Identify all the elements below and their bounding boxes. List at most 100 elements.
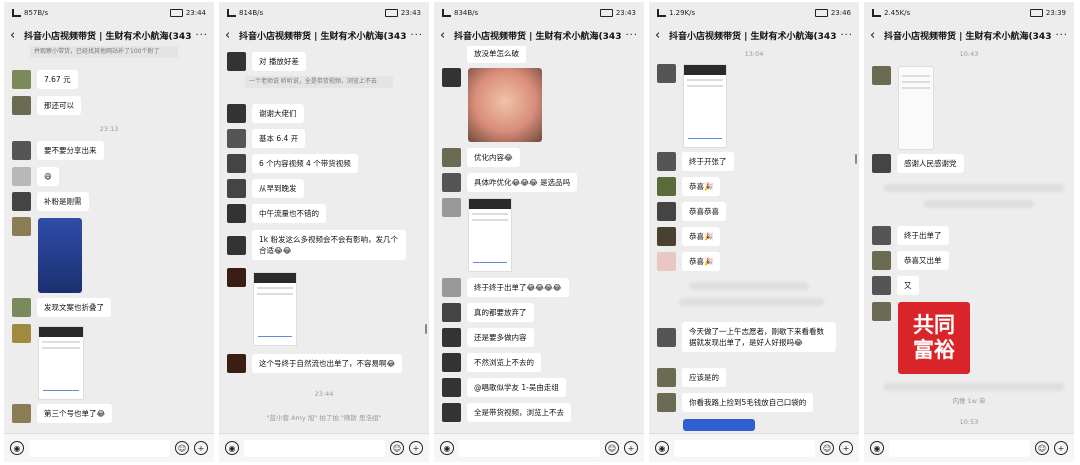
message-input[interactable] (459, 439, 600, 457)
message-input[interactable] (29, 439, 170, 457)
scrollbar[interactable] (425, 324, 427, 334)
avatar[interactable] (227, 154, 246, 173)
message-bubble[interactable]: 6 个内容视频 4 个带货视频 (252, 154, 358, 173)
crying-baby-sticker[interactable] (468, 68, 542, 142)
message-list[interactable]: 对 播放好差 一个老师说 听听说，全是带货视频，浏览上不去 谢谢大佬们 基本 6… (219, 46, 429, 433)
message-bubble[interactable]: 恭喜又出单 (897, 251, 949, 270)
more-icon[interactable]: ··· (192, 30, 208, 41)
avatar[interactable] (872, 226, 891, 245)
message-bubble[interactable]: 中午流量也不错的 (252, 204, 326, 223)
message-bubble[interactable]: 终于出单了 (897, 226, 949, 245)
message-bubble[interactable]: 第三个号也单了😂 (37, 404, 113, 423)
avatar[interactable] (442, 353, 461, 372)
gongtong-fuyu-sticker[interactable]: 共同 富裕 (898, 302, 970, 374)
plus-icon[interactable]: + (839, 441, 853, 455)
avatar[interactable] (657, 202, 676, 221)
avatar[interactable] (12, 298, 31, 317)
message-bubble[interactable]: 基本 6.4 开 (252, 129, 306, 148)
plus-icon[interactable]: + (409, 441, 423, 455)
message-bubble[interactable]: 补粉是刚需 (37, 192, 89, 211)
avatar[interactable] (872, 276, 891, 295)
screenshot-image[interactable] (683, 64, 727, 148)
message-bubble[interactable]: 恭喜🎉 (682, 227, 721, 246)
message-bubble[interactable]: 你看我路上捡到5毛钱放自己口袋的 (682, 393, 814, 412)
message-bubble[interactable]: 感谢人民感谢党 (897, 154, 964, 173)
avatar[interactable] (12, 167, 31, 186)
avatar[interactable] (442, 278, 461, 297)
more-icon[interactable]: ··· (622, 30, 638, 41)
message-bubble[interactable]: 全是带货视频，浏览上不去 (467, 403, 571, 422)
emoji-icon[interactable]: ☺ (1035, 441, 1049, 455)
message-input[interactable] (674, 439, 815, 457)
avatar[interactable] (442, 198, 461, 217)
message-bubble[interactable]: 😄 (37, 167, 59, 186)
screenshot-image[interactable] (38, 326, 84, 400)
avatar[interactable] (442, 68, 461, 87)
voice-icon[interactable]: ◉ (10, 441, 24, 455)
emoji-icon[interactable]: ☺ (390, 441, 404, 455)
avatar[interactable] (227, 179, 246, 198)
message-bubble[interactable]: 这个号终于自然流也出单了，不容易啊😂 (252, 354, 403, 373)
message-list[interactable]: 并观察小带货，已经找其他网站补了100个粉了 7.67 元 那还可以 23:13… (4, 46, 214, 433)
back-icon[interactable]: ‹ (225, 29, 239, 42)
voice-icon[interactable]: ◉ (655, 441, 669, 455)
avatar[interactable] (657, 227, 676, 246)
back-icon[interactable]: ‹ (10, 29, 24, 42)
avatar[interactable] (657, 327, 676, 347)
avatar[interactable] (657, 252, 676, 271)
avatar[interactable] (12, 404, 31, 423)
emoji-icon[interactable]: ☺ (820, 441, 834, 455)
avatar[interactable] (442, 303, 461, 322)
message-bubble[interactable]: 放没单怎么破 (467, 46, 526, 63)
avatar[interactable] (872, 302, 891, 321)
avatar[interactable] (227, 129, 246, 148)
message-bubble[interactable]: 发现文案也折叠了 (37, 298, 111, 317)
message-bubble[interactable]: 要不要分享出来 (37, 141, 104, 160)
scrollbar[interactable] (855, 154, 857, 164)
message-bubble[interactable]: 从早到晚发 (252, 179, 304, 198)
message-bubble[interactable]: 不然浏览上不去的 (467, 353, 541, 372)
message-bubble[interactable]: 恭喜恭喜 (682, 202, 726, 221)
avatar[interactable] (12, 70, 31, 89)
avatar[interactable] (872, 66, 891, 85)
avatar[interactable] (227, 204, 246, 223)
message-bubble[interactable]: @唱歌似学友 1-吴由走组 (467, 378, 566, 397)
link-card[interactable] (683, 419, 755, 431)
message-bubble[interactable]: 恭喜🎉 (682, 252, 721, 271)
avatar[interactable] (227, 268, 246, 287)
message-bubble[interactable]: 还是要多做内容 (467, 328, 534, 347)
avatar[interactable] (227, 235, 246, 255)
avatar[interactable] (12, 324, 31, 343)
avatar[interactable] (227, 104, 246, 123)
message-bubble[interactable]: 具体咋优化😂😂😂 是选品吗 (467, 173, 578, 192)
avatar[interactable] (227, 52, 246, 71)
back-icon[interactable]: ‹ (870, 29, 884, 42)
document-photo[interactable] (898, 66, 934, 150)
message-bubble[interactable]: 应该是的 (682, 368, 726, 387)
message-bubble[interactable]: 对 播放好差 (252, 52, 306, 71)
avatar[interactable] (442, 148, 461, 167)
screenshot-image[interactable] (468, 198, 512, 272)
voice-icon[interactable]: ◉ (225, 441, 239, 455)
avatar[interactable] (872, 154, 891, 173)
back-icon[interactable]: ‹ (440, 29, 454, 42)
emoji-icon[interactable]: ☺ (175, 441, 189, 455)
avatar[interactable] (442, 403, 461, 422)
avatar[interactable] (657, 152, 676, 171)
avatar[interactable] (657, 177, 676, 196)
voice-icon[interactable]: ◉ (440, 441, 454, 455)
message-list[interactable]: 13:04 终于开张了 恭喜🎉 恭喜恭喜 恭喜🎉 恭喜🎉 今天做了一上午志愿者，… (649, 46, 859, 433)
message-bubble[interactable]: 终于开张了 (682, 152, 734, 171)
message-bubble[interactable]: 真的都要放弃了 (467, 303, 534, 322)
screenshot-image[interactable] (253, 272, 297, 346)
avatar[interactable] (657, 393, 676, 412)
message-bubble[interactable]: 恭喜🎉 (682, 177, 721, 196)
voice-icon[interactable]: ◉ (870, 441, 884, 455)
avatar[interactable] (12, 217, 31, 236)
message-input[interactable] (244, 439, 385, 457)
avatar[interactable] (872, 251, 891, 270)
message-list[interactable]: 10:43 感谢人民感谢党 终于出单了 恭喜又出单 又 共同 富裕 内推 1w … (864, 46, 1074, 433)
message-bubble[interactable]: 又 (897, 276, 919, 295)
plus-icon[interactable]: + (624, 441, 638, 455)
message-bubble[interactable]: 终于终于出单了😂😂😂😂 (467, 278, 569, 297)
